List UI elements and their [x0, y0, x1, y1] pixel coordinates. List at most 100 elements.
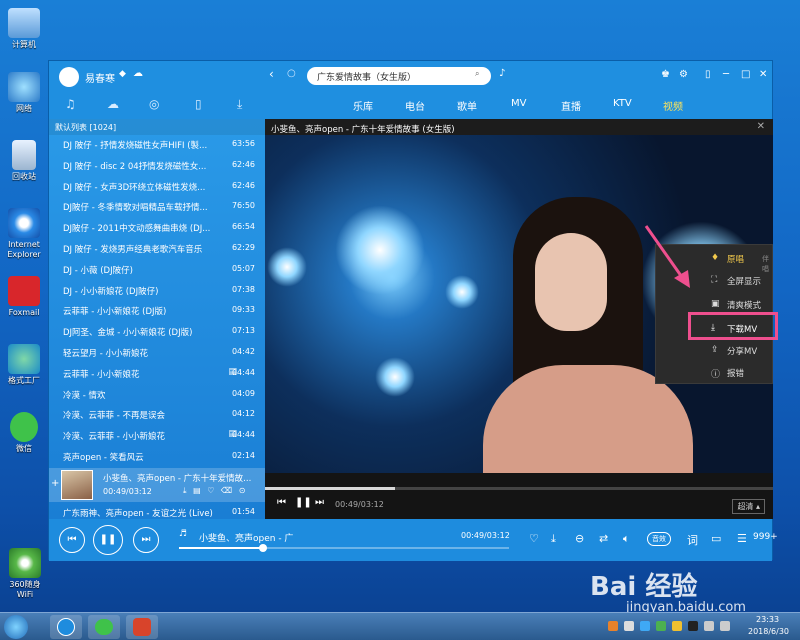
tab-mv[interactable]: MV: [511, 98, 526, 109]
tray-icon[interactable]: [656, 621, 666, 631]
quality-select[interactable]: 超清 ▴: [732, 499, 765, 514]
tab-playlists[interactable]: 歌单: [457, 98, 477, 113]
refresh-icon[interactable]: ○: [287, 68, 296, 79]
tab-video[interactable]: 视频: [663, 98, 683, 113]
list-item[interactable]: DJ 陂仔 - disc 2 04抒情发烧磁性女... 62:46: [49, 156, 265, 176]
maximize-icon[interactable]: □: [741, 69, 750, 80]
clock-time[interactable]: 23:33: [756, 615, 779, 624]
desktop-icon-wechat[interactable]: 微信: [2, 412, 46, 454]
radio-icon[interactable]: ◎: [149, 97, 159, 111]
cloud-icon[interactable]: ☁: [133, 68, 143, 79]
tray-icon[interactable]: [688, 621, 698, 631]
play-mode-icon[interactable]: ⇄: [599, 532, 608, 545]
list-item[interactable]: DJ - 小小新娘花 (DJ陂仔) 07:38: [49, 281, 265, 301]
desktop-lyrics-icon[interactable]: ▭: [711, 532, 721, 545]
close-icon[interactable]: ✕: [757, 121, 765, 132]
username[interactable]: 易春寒: [85, 70, 115, 85]
list-item[interactable]: 冷漠、云菲菲 - 不再是误会 04:12: [49, 405, 265, 425]
device-icon[interactable]: ▯: [195, 97, 202, 111]
settings-icon[interactable]: ⚙: [679, 69, 688, 80]
menu-item-share-mv[interactable]: ⇪ 分享MV: [656, 341, 772, 361]
download-icon[interactable]: ⤓: [183, 486, 187, 495]
clock-date[interactable]: 2018/6/30: [748, 627, 789, 636]
minimize-icon[interactable]: ─: [723, 69, 729, 80]
desktop-icon-format-factory[interactable]: 格式工厂: [2, 344, 46, 386]
search-input[interactable]: 广东爱情故事（女生版）: [307, 67, 491, 85]
next-icon[interactable]: ⏭: [315, 497, 324, 508]
list-item[interactable]: DJ - 小薇 (DJ陂仔) 05:07: [49, 260, 265, 280]
volume-tray-icon[interactable]: [720, 621, 730, 631]
menu-item-report[interactable]: ⓘ 报错: [656, 363, 772, 383]
video-progress-bar[interactable]: [265, 487, 773, 490]
microphone-icon[interactable]: ♪: [499, 68, 505, 79]
desktop-icon-recycle-bin[interactable]: 回收站: [2, 140, 46, 182]
cloud-icon[interactable]: ☁: [107, 97, 119, 111]
taskbar-app-game[interactable]: [126, 615, 158, 639]
song-title: 亮声open - 笑看风云: [63, 453, 144, 463]
song-title: DJ阿圣、金城 - 小小新娘花 (DJ版): [63, 328, 193, 339]
tab-radio[interactable]: 电台: [405, 98, 425, 113]
download-icon[interactable]: ⤓: [237, 97, 242, 112]
heart-icon[interactable]: ♡: [207, 486, 214, 495]
list-item[interactable]: 冷漠 - 情欢 04:09: [49, 385, 265, 405]
download-icon[interactable]: ⤓: [551, 532, 556, 546]
tray-icon[interactable]: [608, 621, 618, 631]
list-item[interactable]: DJ陂仔 - 2011中文动感舞曲串烧 (DJ... 66:54: [49, 218, 265, 238]
music-note-icon[interactable]: ♫: [65, 97, 76, 111]
song-title: DJ 陂仔 - 女声3D环绕立体磁性发烧...: [63, 182, 206, 193]
tray-icon[interactable]: [640, 621, 650, 631]
volume-icon[interactable]: 🔈︎: [623, 532, 630, 546]
heart-icon[interactable]: ♡: [529, 532, 539, 545]
mini-mode-icon[interactable]: ▯: [705, 69, 711, 80]
start-button[interactable]: [4, 615, 28, 639]
network-tray-icon[interactable]: [704, 621, 714, 631]
delete-icon[interactable]: ⌫: [221, 486, 232, 495]
desktop-icon-computer[interactable]: 计算机: [2, 8, 46, 50]
lyrics-button[interactable]: 词: [687, 532, 698, 548]
tray-icon[interactable]: [624, 621, 634, 631]
more-icon[interactable]: ⊙: [239, 486, 246, 495]
previous-button[interactable]: ⏮: [59, 527, 85, 553]
list-item[interactable]: 亮声open - 笑看风云 02:14: [49, 447, 265, 467]
list-item[interactable]: DJ 陂仔 - 抒情发烧磁性女声HIFI (製... 63:56: [49, 135, 265, 155]
less-icon[interactable]: ⊖: [575, 532, 584, 545]
list-item[interactable]: DJ 陂仔 - 女声3D环绕立体磁性发烧... 62:46: [49, 177, 265, 197]
mv-icon[interactable]: ▤: [193, 486, 201, 495]
back-icon[interactable]: ‹: [269, 67, 274, 81]
tab-live[interactable]: 直播: [561, 98, 581, 113]
list-item[interactable]: 云菲菲 - 小小新娘花 (DJ版) 09:33: [49, 301, 265, 321]
list-item[interactable]: DJ 陂仔 - 发烧男声经典老歌汽车音乐 62:29: [49, 239, 265, 259]
add-icon[interactable]: +: [51, 478, 59, 489]
list-item[interactable]: 轻云望月 - 小小新娘花 04:42: [49, 343, 265, 363]
close-icon[interactable]: ✕: [759, 69, 767, 80]
desktop-icon-network[interactable]: 网络: [2, 72, 46, 114]
desktop-icon-wifi[interactable]: 360随身WiFi: [2, 548, 48, 600]
avatar[interactable]: [59, 67, 79, 87]
tray-icon[interactable]: [672, 621, 682, 631]
song-duration: 04:44: [231, 367, 255, 377]
now-playing-row[interactable]: 小斐鱼、亮声open - 广东十年爱情故... 00:49/03:12 ⤓ ▤ …: [49, 468, 265, 502]
quality-icon[interactable]: ♬: [179, 529, 187, 539]
skin-icon[interactable]: ♚: [661, 69, 670, 80]
next-button[interactable]: ⏭: [133, 527, 159, 553]
taskbar-app-wechat[interactable]: [88, 615, 120, 639]
video-title: 小斐鱼、亮声open - 广东十年爱情故事 (女生版): [271, 125, 455, 135]
list-item[interactable]: 冷漠、云菲菲 - 小小新娘花 ▤ 04:44: [49, 426, 265, 446]
list-item[interactable]: DJ陂仔 - 冬季情歌对唱精品车载抒情... 76:50: [49, 197, 265, 217]
prev-icon[interactable]: ⏮: [277, 497, 286, 508]
desktop-icon-foxmail[interactable]: Foxmail: [2, 276, 46, 318]
playlist-header[interactable]: 默认列表 [1024]: [49, 119, 265, 135]
desktop-icon-ie[interactable]: Internet Explorer: [2, 208, 46, 260]
list-item[interactable]: DJ阿圣、金城 - 小小新娘花 (DJ版) 07:13: [49, 322, 265, 342]
taskbar-app-kugou[interactable]: [50, 615, 82, 639]
playlist-icon[interactable]: ☰: [737, 532, 747, 545]
search-icon[interactable]: ⌕: [475, 69, 479, 79]
list-item[interactable]: 云菲菲 - 小小新娘花 ▤ 04:44: [49, 364, 265, 384]
pause-button[interactable]: ❚❚: [93, 525, 123, 555]
tab-ktv[interactable]: KTV: [613, 98, 632, 109]
progress-knob[interactable]: [259, 544, 268, 552]
playback-progress-bar[interactable]: [179, 544, 509, 552]
sound-effect-button[interactable]: 音效: [647, 532, 671, 546]
tab-library[interactable]: 乐库: [353, 98, 373, 113]
pause-icon[interactable]: ❚❚: [295, 497, 312, 508]
